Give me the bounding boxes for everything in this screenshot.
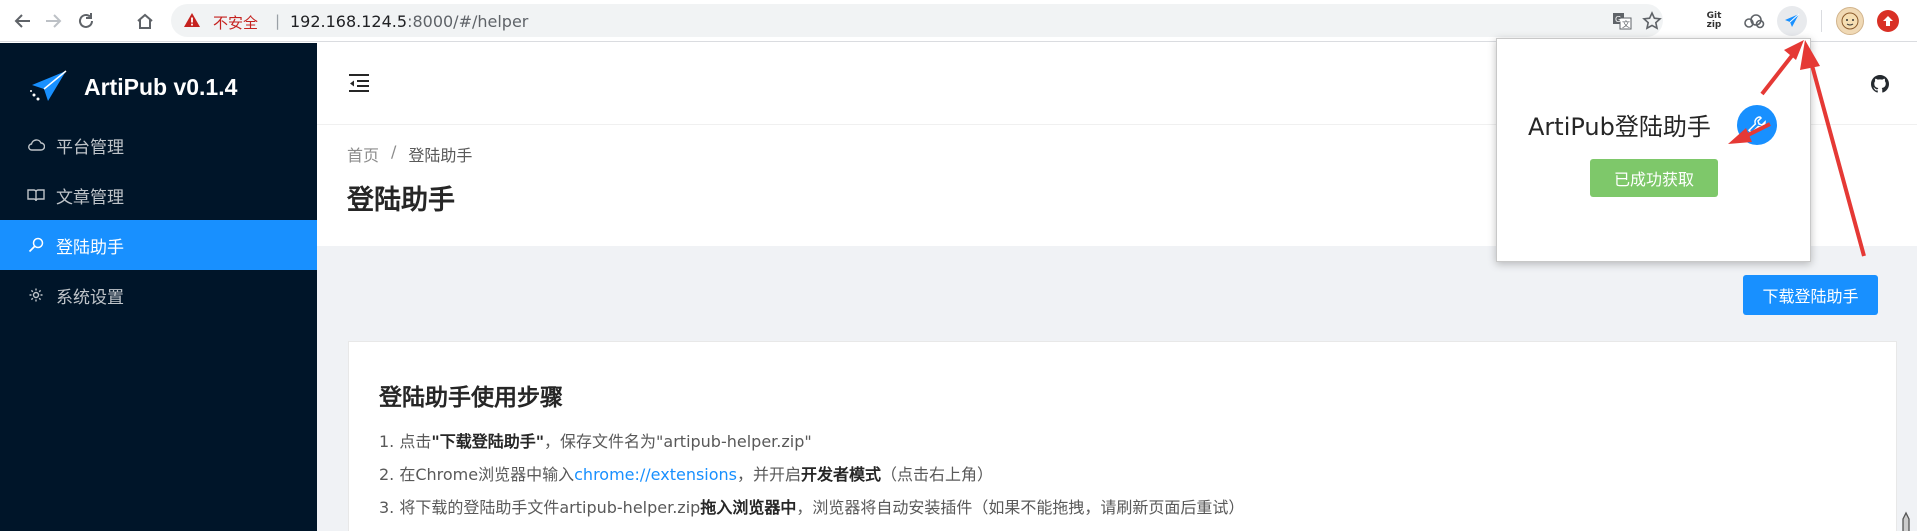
fetch-credentials-button[interactable] bbox=[1737, 105, 1777, 145]
book-icon bbox=[27, 186, 45, 204]
url-host: 192.168.124.5 bbox=[290, 12, 408, 31]
back-arrow-icon bbox=[14, 14, 30, 28]
breadcrumb-home[interactable]: 首页 bbox=[347, 142, 379, 166]
instructions-card: 登陆助手使用步骤 1. 点击"下载登陆助手"，保存文件名为"artipub-he… bbox=[348, 341, 1897, 531]
git-zip-extension-icon[interactable]: Git zip bbox=[1699, 6, 1729, 36]
sidebar-item-articles[interactable]: 文章管理 bbox=[0, 170, 317, 220]
step-bold: "下载登陆助手" bbox=[431, 432, 545, 451]
sidebar-item-settings[interactable]: 系统设置 bbox=[0, 270, 317, 320]
breadcrumb-current: 登陆助手 bbox=[408, 146, 473, 165]
omnibox-separator: | bbox=[275, 12, 281, 30]
extensions-link[interactable]: chrome://extensions bbox=[574, 465, 737, 484]
sidebar-item-login-helper[interactable]: 登陆助手 bbox=[0, 220, 317, 270]
sidebar-item-label: 平台管理 bbox=[56, 137, 124, 158]
step-text: 1. 点击 bbox=[379, 432, 432, 451]
sidebar: ArtiPub v0.1.4 平台管理 文章管理 登陆助手 系统设置 bbox=[0, 43, 317, 531]
popup-title: ArtiPub登陆助手 bbox=[1528, 113, 1711, 141]
warning-icon bbox=[183, 12, 201, 32]
translate-icon[interactable]: G文 bbox=[1611, 10, 1633, 32]
menu-fold-icon[interactable] bbox=[347, 73, 371, 97]
sidebar-item-label: 登陆助手 bbox=[56, 237, 124, 258]
step-2: 2. 在Chrome浏览器中输入chrome://extensions，并开启开… bbox=[379, 461, 993, 485]
svg-text:文: 文 bbox=[1622, 19, 1630, 29]
step-bold: 拖入浏览器中 bbox=[700, 498, 797, 517]
step-text: ，并开启 bbox=[737, 465, 802, 484]
app-logo[interactable]: ArtiPub v0.1.4 bbox=[28, 69, 237, 105]
step-text: （点击右上角） bbox=[881, 465, 994, 484]
download-helper-button[interactable]: 下载登陆助手 bbox=[1743, 275, 1878, 315]
profile-avatar-icon[interactable] bbox=[1836, 7, 1864, 35]
update-up-arrow-icon[interactable] bbox=[1877, 10, 1899, 32]
bookmark-star-icon[interactable] bbox=[1641, 10, 1663, 32]
step-text: 3. 将下载的登陆助手文件artipub-helper.zip bbox=[379, 498, 701, 517]
reload-icon bbox=[79, 13, 93, 28]
success-status-button[interactable]: 已成功获取 bbox=[1590, 159, 1718, 197]
cloud-extension-icon[interactable] bbox=[1739, 6, 1769, 36]
address-bar[interactable]: 不安全 | 192.168.124.5:8000/#/helper G文 bbox=[171, 4, 1663, 37]
gear-icon bbox=[27, 286, 45, 304]
home-icon bbox=[137, 13, 153, 29]
app-title: ArtiPub v0.1.4 bbox=[84, 73, 238, 100]
rocket-plane-logo-icon bbox=[30, 70, 67, 101]
artipub-extension-button[interactable] bbox=[1777, 6, 1807, 36]
main-content: 下载登陆助手 登陆助手使用步骤 1. 点击"下载登陆助手"，保存文件名为"art… bbox=[317, 246, 1917, 531]
home-button[interactable] bbox=[132, 8, 158, 34]
breadcrumb-separator: / bbox=[391, 142, 397, 161]
cloud-icon bbox=[27, 136, 45, 154]
step-text: ，保存文件名为"artipub-helper.zip" bbox=[544, 432, 812, 451]
sidebar-item-label: 系统设置 bbox=[56, 287, 124, 308]
forward-button[interactable] bbox=[40, 8, 66, 34]
url-text: 192.168.124.5:8000/#/helper bbox=[290, 12, 528, 31]
insecure-label: 不安全 bbox=[213, 14, 259, 32]
sidebar-item-label: 文章管理 bbox=[56, 187, 124, 208]
step-bold: 开发者模式 bbox=[801, 465, 882, 484]
card-title: 登陆助手使用步骤 bbox=[379, 385, 563, 411]
git-zip-label: Git zip bbox=[1707, 12, 1722, 30]
step-text: ，浏览器将自动安装插件（如果不能拖拽，请刷新页面后重试） bbox=[796, 498, 1245, 517]
back-button[interactable] bbox=[10, 8, 36, 34]
forward-arrow-icon bbox=[46, 14, 62, 28]
url-path: :8000/#/helper bbox=[407, 12, 529, 31]
git-zip-line2: zip bbox=[1706, 20, 1722, 30]
step-text: 2. 在Chrome浏览器中输入 bbox=[379, 465, 575, 484]
step-1: 1. 点击"下载登陆助手"，保存文件名为"artipub-helper.zip" bbox=[379, 428, 812, 452]
sidebar-item-platforms[interactable]: 平台管理 bbox=[0, 120, 317, 170]
svg-text:G: G bbox=[1615, 15, 1621, 24]
search-icon bbox=[27, 236, 45, 254]
extension-popup: ArtiPub登陆助手 已成功获取 bbox=[1496, 38, 1811, 262]
browser-toolbar: 不安全 | 192.168.124.5:8000/#/helper G文 Git… bbox=[0, 0, 1917, 42]
github-icon[interactable] bbox=[1871, 75, 1889, 97]
page-title: 登陆助手 bbox=[347, 185, 455, 216]
step-3: 3. 将下载的登陆助手文件artipub-helper.zip拖入浏览器中，浏览… bbox=[379, 494, 1244, 518]
wrench-icon bbox=[1747, 116, 1766, 135]
scroll-indicator[interactable] bbox=[1901, 511, 1911, 531]
reload-button[interactable] bbox=[73, 8, 99, 34]
paper-plane-icon bbox=[1785, 13, 1800, 27]
toolbar-divider bbox=[1821, 10, 1822, 32]
breadcrumb: 首页 / 登陆助手 bbox=[347, 142, 472, 166]
